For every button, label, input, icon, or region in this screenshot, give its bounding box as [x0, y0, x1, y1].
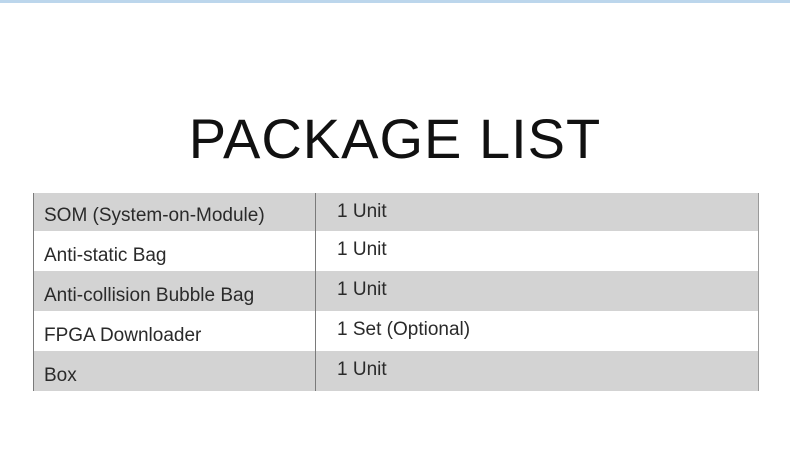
- package-list-table: SOM (System-on-Module) 1 Unit Anti-stati…: [33, 193, 759, 391]
- quantity-cell: 1 Unit: [337, 239, 387, 260]
- top-border: [0, 0, 790, 3]
- page-title: PACKAGE LIST: [188, 107, 602, 170]
- quantity-cell: 1 Unit: [337, 201, 387, 222]
- item-name-cell: Anti-collision Bubble Bag: [34, 271, 316, 311]
- table-row: Anti-static Bag 1 Unit: [34, 231, 758, 271]
- item-name-cell: SOM (System-on-Module): [34, 193, 316, 231]
- item-name-cell: Box: [34, 351, 316, 391]
- quantity-cell: 1 Unit: [337, 359, 387, 380]
- item-name-cell: FPGA Downloader: [34, 311, 316, 351]
- table-row: Box 1 Unit: [34, 351, 758, 391]
- table-row: SOM (System-on-Module) 1 Unit: [34, 193, 758, 231]
- quantity-cell: 1 Unit: [337, 279, 387, 300]
- table-row: Anti-collision Bubble Bag 1 Unit: [34, 271, 758, 311]
- item-name-cell: Anti-static Bag: [34, 231, 316, 271]
- table-row: FPGA Downloader 1 Set (Optional): [34, 311, 758, 351]
- quantity-cell: 1 Set (Optional): [337, 319, 471, 340]
